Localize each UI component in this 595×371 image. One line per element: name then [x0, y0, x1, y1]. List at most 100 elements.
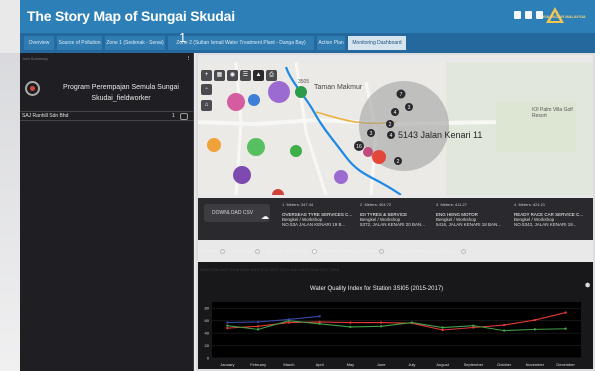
x-tick-label: May: [347, 362, 355, 367]
measure-icon[interactable]: ▲: [253, 70, 264, 81]
download-csv-label: DOWNLOAD CSV: [212, 210, 254, 216]
x-tick-label: August: [436, 362, 449, 367]
data-point[interactable]: [349, 321, 352, 324]
data-point[interactable]: [349, 325, 352, 329]
x-tick-label: December: [556, 362, 575, 367]
data-point[interactable]: [502, 323, 506, 327]
data-point[interactable]: [256, 328, 260, 331]
place-label: Taman Makmur: [314, 84, 363, 91]
data-point[interactable]: [564, 311, 567, 314]
data-point[interactable]: [564, 327, 567, 330]
golf-resort-label: IOI Palm Villa Golf Resort: [532, 107, 573, 119]
list-item[interactable]: SAJ Ranhill Sdn Bhd 1: [20, 111, 194, 121]
legend-icon[interactable]: ☰: [240, 70, 251, 81]
y-tick-label: 40: [205, 331, 210, 336]
x-tick-label: March: [283, 362, 294, 367]
nav-tabs: Overview Source of Pollution Zone 1 (Sed…: [20, 33, 595, 53]
result-card[interactable]: 1 Meters: 347.44 OVERSEAS TYRE SERVICES …: [282, 202, 362, 236]
radio-icon[interactable]: [461, 249, 467, 254]
tab-overview[interactable]: Overview: [24, 36, 54, 50]
wqi-chart-panel: 2005 2006 2007 2008 2009 2010 2011 2012 …: [196, 262, 593, 371]
twitter-icon[interactable]: [525, 11, 532, 19]
tab-source-of-pollution[interactable]: Source of Pollution: [57, 36, 102, 50]
zoom-in-icon[interactable]: +: [201, 70, 212, 81]
data-point[interactable]: [379, 321, 383, 324]
map-canvas: [196, 62, 593, 195]
tab-monitoring-dashboard[interactable]: Monitoring Dashboard: [348, 36, 406, 50]
card-index: 1: [282, 202, 285, 207]
data-point[interactable]: [502, 329, 506, 332]
data-point[interactable]: [318, 315, 321, 318]
data-point[interactable]: [226, 324, 229, 327]
result-card[interactable]: 3 Meters: 411.27 ENG HENG MOTOR Bengkel …: [436, 202, 516, 236]
data-point[interactable]: [226, 326, 229, 330]
filter-source-of-pollution[interactable]: Source of Pollution: [267, 249, 317, 255]
card-distance: Meters: 404.72: [364, 202, 392, 207]
filter-weather[interactable]: Weather: [233, 249, 260, 255]
indicator-title: Program Perempajan Semula Sungai Skudai_…: [63, 84, 179, 102]
line-chart: 0 20 40 60 80 January February March April May Jun…: [205, 302, 581, 367]
tab-zone-2[interactable]: Zone 2 (Sultan Ismail Water Treatment Pl…: [168, 36, 314, 50]
radio-icon[interactable]: [378, 249, 384, 254]
zoom-out-icon[interactable]: −: [201, 84, 212, 95]
app-header: The Story Map of Sungai Skudai ISKANDAR …: [20, 0, 595, 33]
data-point[interactable]: [226, 321, 229, 324]
data-point[interactable]: [533, 318, 537, 322]
card-address: NO.5343, JALAN KENARI 19...: [514, 222, 577, 227]
data-point[interactable]: [441, 328, 444, 332]
tab-action-plan[interactable]: Action Plan: [317, 36, 345, 50]
x-tick-label: June: [377, 362, 386, 367]
filter-label: Water Monitoring Station: [321, 249, 376, 255]
layers-icon[interactable]: ▦: [214, 70, 225, 81]
filter-label: Pollution: [198, 249, 218, 255]
data-point[interactable]: [318, 322, 321, 325]
filter-label: Weather: [233, 249, 252, 255]
chevron-down-icon[interactable]: [180, 113, 188, 120]
result-card[interactable]: 2 Meters: 404.72 IDI TYRES & SERVICE Ben…: [360, 202, 440, 236]
card-distance: Meters: 424.21: [518, 202, 546, 207]
home-icon[interactable]: ⌂: [201, 100, 212, 111]
filter-pollution[interactable]: Pollution: [198, 249, 226, 255]
data-point[interactable]: [441, 326, 444, 329]
result-card[interactable]: 4 Meters: 424.21 READY RACE CAR SERVICE …: [514, 202, 594, 236]
filter-program[interactable]: Program Perempajan Semu...: [392, 249, 467, 255]
data-point[interactable]: [256, 325, 260, 328]
data-point[interactable]: [410, 321, 414, 324]
nearby-results-strip: DOWNLOAD CSV ☁ 1 Meters: 347.44 OVERSEAS…: [196, 198, 593, 240]
x-tick-label: February: [250, 362, 266, 367]
print-icon[interactable]: ⎙: [266, 70, 277, 81]
data-point[interactable]: [287, 318, 291, 321]
list-item-name: SAJ Ranhill Sdn Bhd: [22, 113, 69, 119]
data-point[interactable]: [256, 320, 260, 324]
x-tick-label: October: [497, 362, 512, 367]
filter-water-monitoring-station[interactable]: Water Monitoring Station: [321, 249, 384, 255]
download-csv-button[interactable]: DOWNLOAD CSV ☁: [204, 204, 270, 222]
tab-zone-1[interactable]: Zone 1 (Sedenak - Senai): [105, 36, 165, 50]
card-address: 5416, JALAN KENARI 18 BAN...: [436, 222, 502, 227]
data-point[interactable]: [379, 325, 383, 328]
radio-icon[interactable]: [254, 249, 260, 254]
basemap-icon[interactable]: ◉: [227, 70, 238, 81]
radio-selected-icon[interactable]: [311, 249, 317, 254]
card-index: 4: [514, 202, 517, 207]
social-icons: [514, 11, 543, 19]
y-tick-label: 60: [205, 318, 210, 323]
card-address: 5372, JALAN KENARI 20 BAN...: [360, 222, 426, 227]
address-callout: 5143 Jalan Kenari 11: [398, 130, 483, 140]
panel-menu-icon[interactable]: [188, 56, 191, 60]
x-tick-label: September: [464, 362, 484, 367]
facebook-icon[interactable]: [514, 11, 521, 19]
list-item-value: 1: [172, 113, 175, 119]
y-tick-label: 80: [205, 306, 210, 311]
radio-icon[interactable]: [220, 249, 226, 254]
road-label: 3505: [298, 79, 310, 85]
card-index: 2: [360, 202, 363, 207]
data-point[interactable]: [533, 328, 537, 331]
data-point[interactable]: [472, 324, 475, 327]
card-distance: Meters: 347.44: [286, 202, 314, 207]
map-view[interactable]: + ▦ ◉ ☰ ▲ ⎙ − ⌂ Taman Makmur 3505 IOI Pa…: [196, 62, 593, 195]
x-tick-label: April: [316, 362, 324, 367]
share-icon[interactable]: [536, 11, 543, 19]
filter-label: Program Perempajan Semu...: [392, 249, 459, 255]
card-distance: Meters: 411.27: [440, 202, 467, 207]
